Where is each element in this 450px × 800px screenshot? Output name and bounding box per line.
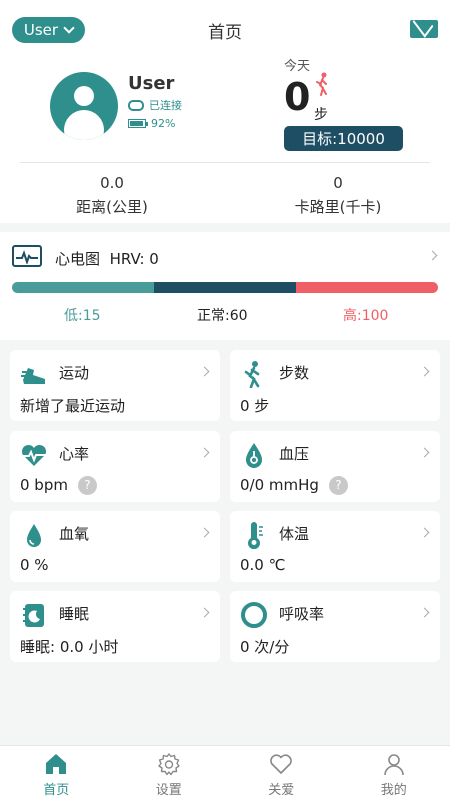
user-name: User [128, 73, 175, 94]
heart-rate-value: 0 bpm [20, 476, 68, 494]
chevron-right-icon [199, 447, 210, 458]
ecg-card[interactable]: 心电图 HRV: 0 低:15 正常:60 高:100 [0, 232, 450, 340]
page-title: 首页 [208, 23, 242, 43]
chevron-right-icon [199, 366, 210, 377]
exercise-title: 运动 [59, 364, 90, 382]
blood-pressure-card[interactable]: 血压 0/0 mmHg? [230, 431, 440, 502]
battery-label: 92% [151, 117, 176, 130]
sleep-title: 睡眠 [59, 605, 90, 623]
chevron-right-icon [427, 250, 438, 261]
steps-card[interactable]: 步数 0 步 [230, 350, 440, 421]
blood-pressure-value: 0/0 mmHg [240, 476, 319, 494]
water-drop-icon [27, 524, 41, 547]
chevron-right-icon [419, 447, 430, 458]
heart-pulse-icon [21, 444, 47, 466]
heart-rate-row: 0 bpm? [20, 476, 97, 495]
range-low-segment [12, 282, 155, 293]
steps-count: 0 [284, 75, 311, 119]
distance-value: 0.0 [100, 174, 124, 192]
divider [20, 162, 430, 163]
thermometer-icon [248, 522, 263, 549]
temperature-card[interactable]: 体温 0.0 ℃ [230, 511, 440, 582]
connection-status: 已连接 [128, 97, 182, 113]
walker-icon [244, 361, 260, 388]
walker-icon [316, 72, 327, 96]
ecg-icon [12, 245, 42, 267]
spo2-card[interactable]: 血氧 0 % [10, 511, 220, 582]
range-low-label: 低:15 [64, 308, 101, 324]
nav-settings-label: 设置 [155, 783, 182, 798]
watch-icon [128, 99, 144, 111]
chevron-right-icon [199, 607, 210, 618]
help-icon[interactable]: ? [328, 476, 348, 495]
blood-pressure-row: 0/0 mmHg? [240, 476, 348, 495]
nav-settings[interactable]: 设置 [113, 746, 226, 800]
ecg-title-label: 心电图 [55, 250, 101, 268]
exercise-value: 新增了最近运动 [20, 397, 126, 415]
distance-label: 距离(公里) [76, 198, 148, 216]
chevron-right-icon [419, 366, 430, 377]
nav-home-label: 首页 [43, 783, 70, 798]
battery-icon [128, 119, 148, 128]
heart-rate-title: 心率 [59, 445, 90, 463]
hrv-value: HRV: 0 [109, 250, 159, 268]
person-icon [383, 754, 404, 776]
range-normal-label: 正常:60 [197, 308, 248, 324]
distance-stat: 0.0 距离(公里) [12, 174, 212, 217]
range-normal-segment [154, 282, 296, 293]
goal-button[interactable]: 目标:10000 [284, 126, 403, 151]
shoe-icon [21, 368, 45, 384]
temperature-value: 0.0 ℃ [240, 556, 286, 574]
calories-label: 卡路里(千卡) [294, 198, 382, 216]
steps-value: 0 步 [240, 397, 270, 415]
sleep-value: 睡眠: 0.0 小时 [20, 638, 119, 656]
connection-label: 已连接 [149, 99, 182, 112]
calories-value: 0 [333, 174, 343, 192]
respiration-card[interactable]: 呼吸率 0 次/分 [230, 591, 440, 662]
sleep-card[interactable]: 睡眠 睡眠: 0.0 小时 [10, 591, 220, 662]
blood-drop-icon [246, 443, 262, 468]
help-icon[interactable]: ? [77, 476, 97, 495]
nav-care[interactable]: 关爱 [225, 746, 338, 800]
spo2-value: 0 % [20, 556, 49, 574]
sleep-icon [23, 604, 44, 627]
heart-rate-range-bar [12, 282, 438, 293]
steps-title: 步数 [279, 364, 310, 382]
heart-icon [270, 754, 293, 774]
home-icon [46, 754, 67, 774]
chevron-right-icon [419, 607, 430, 618]
range-high-segment [296, 282, 438, 293]
mail-icon[interactable] [410, 20, 438, 38]
temperature-title: 体温 [279, 525, 310, 543]
avatar[interactable] [50, 72, 118, 140]
gear-icon [158, 753, 180, 776]
respiration-value: 0 次/分 [240, 638, 290, 656]
spo2-title: 血氧 [59, 525, 90, 543]
today-label: 今天 [284, 59, 311, 74]
nav-mine-label: 我的 [380, 783, 407, 798]
nav-care-label: 关爱 [268, 783, 295, 798]
ecg-title: 心电图 HRV: 0 [55, 248, 159, 269]
nav-mine[interactable]: 我的 [338, 746, 450, 800]
respiration-title: 呼吸率 [279, 605, 325, 623]
battery-status: 92% [128, 117, 175, 130]
range-high-label: 高:100 [343, 308, 389, 324]
chevron-right-icon [419, 527, 430, 538]
nav-home[interactable]: 首页 [0, 746, 113, 800]
summary-section: User 首页 User 已连接 92% 今天 0 步 目标:10000 0.0… [0, 0, 450, 223]
blood-pressure-title: 血压 [279, 445, 310, 463]
bottom-nav: 首页 设置 关爱 我的 [0, 745, 450, 800]
chevron-right-icon [199, 527, 210, 538]
steps-unit: 步 [314, 107, 328, 123]
ring-icon [241, 602, 267, 628]
calories-stat: 0 卡路里(千卡) [238, 174, 438, 217]
heart-rate-card[interactable]: 心率 0 bpm? [10, 431, 220, 502]
exercise-card[interactable]: 运动 新增了最近运动 [10, 350, 220, 421]
